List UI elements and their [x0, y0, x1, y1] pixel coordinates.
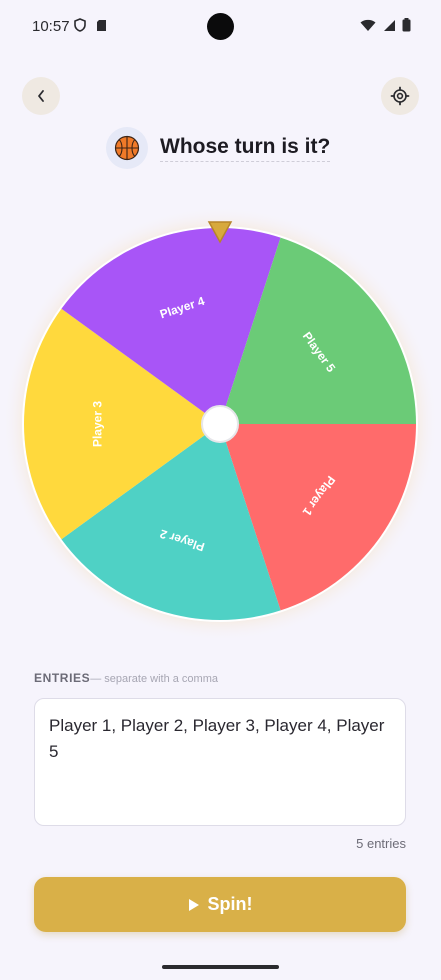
shield-icon — [74, 18, 86, 32]
entries-label-text: ENTRIES — [34, 671, 91, 685]
back-button[interactable] — [22, 77, 60, 115]
camera-cutout — [207, 13, 234, 40]
wheel-segment-label: Player 3 — [91, 401, 105, 447]
header: Whose turn is it? — [106, 126, 331, 170]
entries-hint: — separate with a comma — [90, 673, 218, 685]
chevron-left-icon — [38, 90, 44, 102]
page-title[interactable]: Whose turn is it? — [160, 135, 331, 162]
status-bar: 10:57 — [0, 0, 441, 56]
home-indicator[interactable] — [162, 965, 279, 969]
basketball-icon — [114, 135, 140, 161]
signal-icon — [384, 19, 395, 31]
play-icon — [188, 898, 199, 911]
gear-icon — [390, 86, 410, 106]
settings-button[interactable] — [381, 77, 419, 115]
status-time: 10:57 — [32, 18, 70, 35]
wheel-svg[interactable]: Player 1Player 2Player 3Player 4Player 5 — [0, 200, 441, 650]
spin-wheel[interactable]: Player 1 Player 2 Player 3 Player 4 Player 5 — [0, 200, 441, 650]
wheel-hub — [201, 405, 239, 443]
battery-icon — [402, 18, 411, 32]
sim-card-icon — [97, 19, 106, 31]
entries-count: 5 entries — [356, 836, 406, 851]
entries-input[interactable]: Player 1, Player 2, Player 3, Player 4, … — [34, 698, 406, 826]
wifi-icon — [360, 19, 376, 31]
entries-label: ENTRIES— separate with a comma — [34, 671, 218, 685]
spin-button[interactable]: Spin! — [34, 877, 406, 932]
spin-button-label: Spin! — [207, 894, 253, 914]
header-icon-badge[interactable] — [106, 127, 148, 169]
